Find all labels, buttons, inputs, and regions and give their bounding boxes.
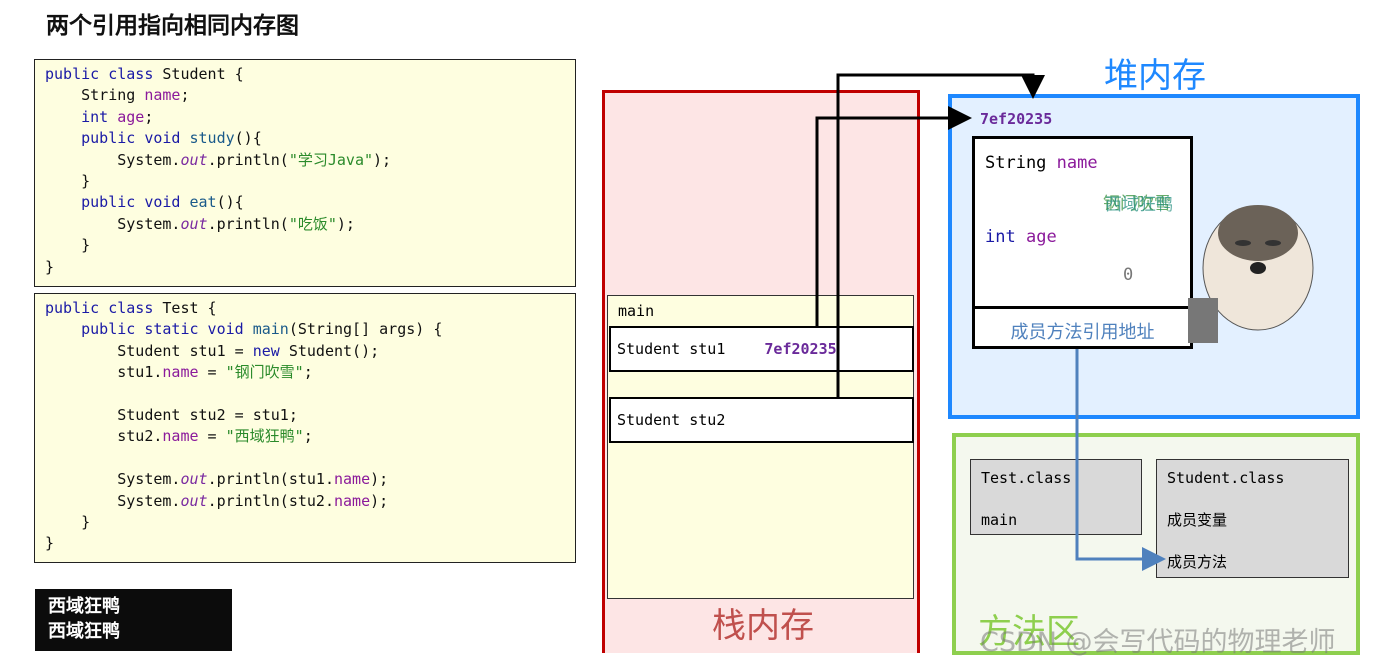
stu2-reference-arrow [836,73,1045,397]
watermark: CSDN @会写代码的物理老师 [980,627,1336,658]
reference-arrows [815,73,1166,571]
method-reference-arrow [1075,349,1166,571]
